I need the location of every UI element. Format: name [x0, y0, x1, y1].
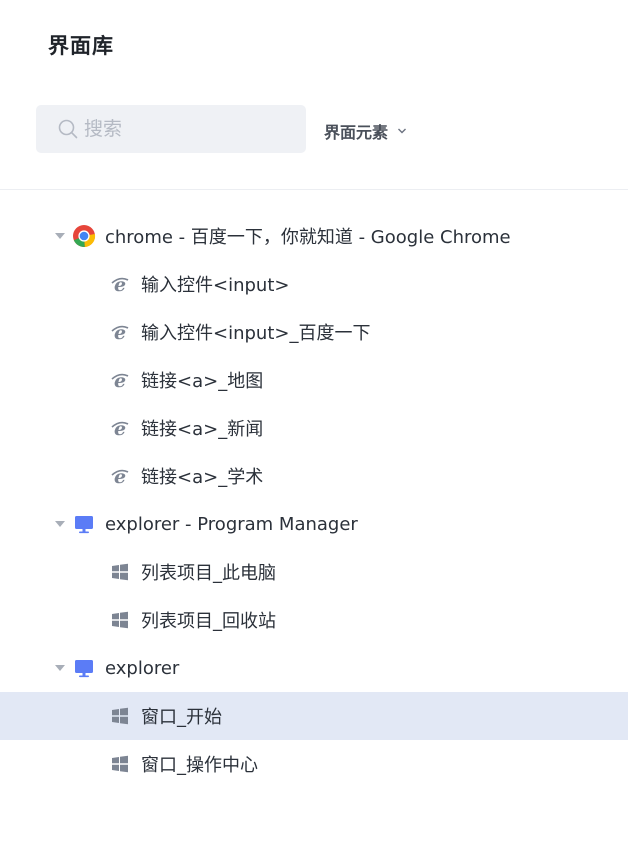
tree-item[interactable]: e 输入控件<input>_百度一下: [0, 308, 628, 356]
svg-text:e: e: [114, 322, 126, 342]
windows-icon: [110, 562, 130, 582]
monitor-icon: [72, 656, 96, 680]
ie-icon: e: [110, 370, 130, 390]
ie-icon: e: [110, 274, 130, 294]
tree-item[interactable]: 列表项目_此电脑: [0, 548, 628, 596]
svg-text:e: e: [114, 418, 126, 438]
ie-icon: e: [110, 418, 130, 438]
tree-item[interactable]: 窗口_操作中心: [0, 740, 628, 788]
tree-item-label: 输入控件<input>: [141, 275, 290, 296]
tree-item[interactable]: e 输入控件<input>: [0, 260, 628, 308]
windows-icon: [110, 706, 130, 726]
tree-node-explorer-program-manager[interactable]: explorer - Program Manager: [0, 500, 628, 548]
tree-item-label: 链接<a>_学术: [141, 467, 264, 488]
windows-icon: [110, 610, 130, 630]
tree-node-label: explorer: [105, 657, 180, 679]
chevron-down-icon: [398, 128, 407, 134]
tree-item-label: 链接<a>_地图: [141, 371, 264, 392]
search-input[interactable]: [84, 118, 284, 140]
caret-down-icon[interactable]: [54, 664, 66, 672]
svg-text:e: e: [114, 466, 126, 486]
svg-text:e: e: [114, 370, 126, 390]
tree-node-label: explorer - Program Manager: [105, 513, 358, 535]
caret-down-icon[interactable]: [54, 232, 66, 240]
ie-icon: e: [110, 466, 130, 486]
svg-text:e: e: [114, 274, 126, 294]
tree-item-label: 窗口_操作中心: [141, 755, 258, 776]
tree-node-chrome[interactable]: chrome - 百度一下，你就知道 - Google Chrome: [0, 212, 628, 260]
search-icon: [58, 119, 78, 139]
tree-item[interactable]: e 链接<a>_地图: [0, 356, 628, 404]
tree-item-label: 输入控件<input>_百度一下: [141, 323, 371, 344]
ie-icon: e: [110, 322, 130, 342]
monitor-icon: [72, 512, 96, 536]
filter-label: 界面元素: [324, 123, 389, 142]
tree-item[interactable]: 列表项目_回收站: [0, 596, 628, 644]
windows-icon: [110, 754, 130, 774]
element-tree: chrome - 百度一下，你就知道 - Google Chrome e 输入控…: [0, 212, 628, 788]
tree-item[interactable]: e 链接<a>_学术: [0, 452, 628, 500]
header-divider: [0, 189, 628, 190]
tree-node-label: chrome - 百度一下，你就知道 - Google Chrome: [105, 227, 511, 248]
tree-item-label: 列表项目_回收站: [141, 611, 276, 632]
element-filter-dropdown[interactable]: 界面元素: [324, 118, 407, 144]
tree-node-explorer[interactable]: explorer: [0, 644, 628, 692]
tree-item-selected[interactable]: 窗口_开始: [0, 692, 628, 740]
caret-down-icon[interactable]: [54, 520, 66, 528]
tree-item[interactable]: e 链接<a>_新闻: [0, 404, 628, 452]
chrome-icon: [72, 224, 96, 248]
tree-item-label: 列表项目_此电脑: [141, 563, 276, 584]
search-box[interactable]: [36, 105, 306, 153]
tree-item-label: 窗口_开始: [141, 707, 222, 728]
page-title: 界面库: [48, 34, 114, 58]
tree-item-label: 链接<a>_新闻: [141, 419, 264, 440]
